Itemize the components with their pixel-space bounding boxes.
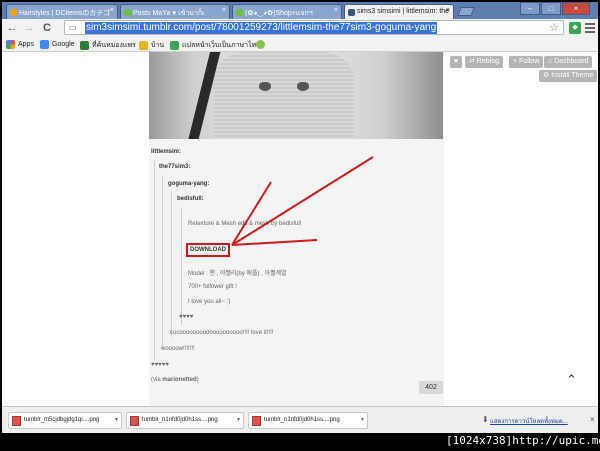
download-filename: tumblr_m5cjdbgjdg1qi....png: [24, 417, 100, 423]
arrow-line: [231, 239, 318, 246]
close-window-button[interactable]: ×: [562, 2, 590, 15]
chevron-down-icon[interactable]: ▾: [361, 413, 364, 428]
file-icon: [130, 416, 139, 426]
tumblr-page: ♥ ⇄ Reblog + Follow ⌂ Dashboard ⚙ Instal…: [2, 52, 598, 406]
annotation-arrows: [231, 156, 374, 246]
reload-button[interactable]: C: [40, 21, 54, 35]
globe-icon: [256, 40, 265, 49]
cat-icon: [10, 9, 17, 16]
tab-hairstyles[interactable]: Hairstyles | DCitemsのカテゴ ×: [6, 4, 118, 19]
extension-icon[interactable]: ◆: [569, 22, 581, 34]
new-tab-button[interactable]: [457, 7, 475, 16]
maximize-button[interactable]: □: [541, 2, 561, 15]
tab-posts-maya[interactable]: Posts MaYa ♥ เข้ามาก็เ ×: [120, 4, 230, 19]
tab-title: (✿◕‿◕✿)Shop+แจกฯ: [245, 10, 313, 17]
tab-title: Posts MaYa ♥ เข้ามาก็เ: [133, 10, 205, 17]
chevron-down-icon[interactable]: ▾: [115, 413, 118, 428]
close-icon[interactable]: ×: [590, 415, 595, 424]
leaf-icon: [236, 9, 243, 16]
bookmark-label: บ้าน: [151, 42, 165, 49]
bookmark-apps[interactable]: Apps: [6, 40, 34, 49]
close-icon[interactable]: ×: [110, 7, 114, 14]
menu-icon[interactable]: [585, 23, 595, 33]
close-icon[interactable]: ×: [334, 7, 338, 14]
download-item[interactable]: tumblr_n1nfd0jd0h1ss....png ▾: [126, 412, 244, 429]
tab-strip: Hairstyles | DCitemsのカテゴ × Posts MaYa ♥ …: [2, 2, 598, 19]
bookmark-star-icon[interactable]: ☆: [549, 21, 559, 34]
bookmark-label: แปลหน้าเว็บเป็นภาษาไท...: [182, 42, 263, 49]
address-bar[interactable]: ▭ sim3simsimi.tumblr.com/post/7800125927…: [64, 20, 564, 35]
tab-sims3-simsimi[interactable]: sims3 simsimi | littlemsim: the ×: [344, 4, 454, 19]
download-shelf: tumblr_m5cjdbgjdg1qi....png ▾ tumblr_n1n…: [2, 406, 598, 433]
tab-title: Hairstyles | DCitemsのカテゴ: [19, 10, 111, 17]
folder-icon: [139, 41, 148, 50]
download-filename: tumblr_n1nfd0jd0h1ss....png: [264, 417, 340, 423]
forward-button[interactable]: →: [22, 21, 36, 35]
file-icon: [12, 416, 21, 426]
bookmark-label: ที่ค้นหมองแพร: [92, 42, 136, 49]
close-icon[interactable]: ×: [222, 7, 226, 14]
play-icon: [80, 41, 89, 50]
url-text[interactable]: sim3simsimi.tumblr.com/post/78001259273/…: [85, 22, 438, 34]
bookmark-extra[interactable]: [256, 40, 268, 49]
download-icon: ⬇: [482, 415, 489, 424]
show-all-downloads-link[interactable]: แสดงการดาวน์โหลดทั้งหมด...: [490, 416, 568, 426]
download-filename: tumblr_n1nfd0jd0h1ss....png: [142, 417, 218, 423]
bookmark-translate[interactable]: แปลหน้าเว็บเป็นภาษาไท...: [170, 40, 262, 51]
page-icon: ▭: [69, 23, 77, 32]
bookmarks-bar: Apps Google ที่ค้นหมองแพร บ้าน แปลหน้าเว…: [2, 37, 598, 52]
watermark-text: [1024x738]http://upic.me/: [446, 434, 600, 447]
download-item[interactable]: tumblr_n1nfd0jd0h1ss....png ▾: [248, 412, 368, 429]
bookmark-home[interactable]: บ้าน: [139, 40, 164, 51]
minimize-button[interactable]: –: [520, 2, 540, 15]
leaf-icon: [124, 9, 131, 16]
apps-icon: [6, 40, 15, 49]
back-button[interactable]: ←: [5, 21, 19, 35]
close-icon[interactable]: ×: [446, 7, 450, 14]
bookmark-thai-search[interactable]: ที่ค้นหมองแพร: [80, 40, 136, 51]
tab-shop[interactable]: (✿◕‿◕✿)Shop+แจกฯ ×: [232, 4, 342, 19]
browser-toolbar: ← → C ▭ sim3simsimi.tumblr.com/post/7800…: [2, 19, 598, 37]
tumblr-icon: [348, 9, 355, 16]
arrow-line: [231, 181, 272, 246]
file-icon: [252, 416, 261, 426]
browser-window: Hairstyles | DCitemsのカテゴ × Posts MaYa ♥ …: [2, 2, 598, 433]
chevron-up-icon[interactable]: ⌃: [566, 372, 577, 388]
chevron-down-icon[interactable]: ▾: [237, 413, 240, 428]
bookmark-google[interactable]: Google: [40, 40, 75, 49]
bookmark-label: Google: [52, 41, 75, 48]
download-item[interactable]: tumblr_m5cjdbgjdg1qi....png ▾: [8, 412, 122, 429]
translate-icon: [170, 41, 179, 50]
bookmark-label: Apps: [18, 41, 34, 48]
tab-title: sims3 simsimi | littlemsim: the: [357, 8, 450, 15]
arrow-line: [231, 156, 374, 246]
google-icon: [40, 40, 49, 49]
